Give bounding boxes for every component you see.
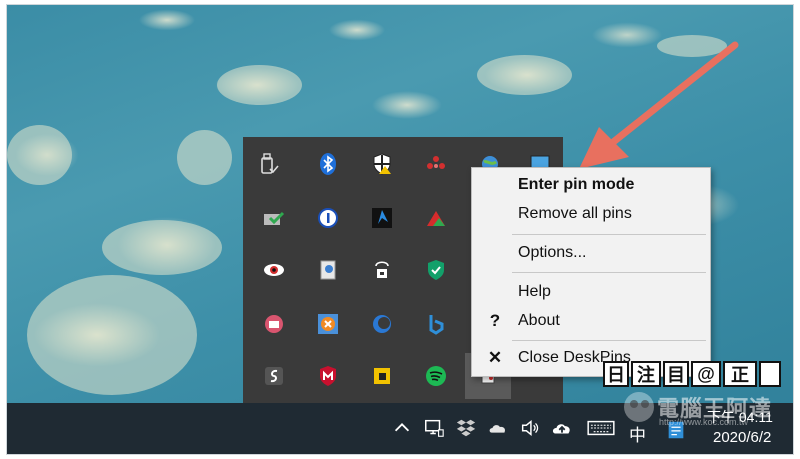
yellow-box-app-icon[interactable] xyxy=(367,361,397,391)
document-tool-icon[interactable] xyxy=(313,255,343,285)
close-icon: ✕ xyxy=(487,348,503,367)
spotify-icon[interactable] xyxy=(421,361,451,391)
ime-key-ri[interactable]: 日 xyxy=(603,361,629,387)
ime-key-zheng[interactable]: 正 xyxy=(723,361,757,387)
watermark-logo xyxy=(624,392,654,422)
dropbox-icon[interactable] xyxy=(453,415,479,441)
question-mark-icon: ? xyxy=(489,311,501,330)
screen: Enter pin mode Remove all pins Options..… xyxy=(6,4,794,455)
clock-time[interactable]: 下午 04:11 xyxy=(707,407,773,427)
menu-item-label: Enter pin mode xyxy=(518,176,635,193)
pink-camera-app-icon[interactable] xyxy=(259,309,289,339)
annotation-arrow xyxy=(579,41,739,169)
ime-key-menu[interactable] xyxy=(759,361,781,387)
red-triangle-app-icon[interactable] xyxy=(421,203,451,233)
orange-target-icon[interactable] xyxy=(313,309,343,339)
shield-check-icon[interactable] xyxy=(259,203,289,233)
network-pc-icon[interactable] xyxy=(421,415,447,441)
blue-moon-icon[interactable] xyxy=(367,309,397,339)
green-shield-icon[interactable] xyxy=(421,255,451,285)
chevron-up-icon[interactable] xyxy=(389,415,415,441)
1password-icon[interactable] xyxy=(313,203,343,233)
ime-key-zhu[interactable]: 注 xyxy=(631,361,661,387)
usb-eject-icon[interactable] xyxy=(253,149,283,179)
menu-item-remove-all-pins[interactable]: Remove all pins xyxy=(472,201,710,227)
deskpins-context-menu: Enter pin mode Remove all pins Options..… xyxy=(471,167,711,377)
menu-item-about[interactable]: ? About xyxy=(472,308,710,334)
security-shield-icon[interactable] xyxy=(367,149,397,179)
menu-separator xyxy=(512,234,706,235)
menu-item-label: About xyxy=(518,312,560,329)
menu-separator xyxy=(512,340,706,341)
menu-item-label: Help xyxy=(518,283,551,300)
dark-s-app-icon[interactable] xyxy=(259,361,289,391)
onedrive-cloud-icon[interactable] xyxy=(485,415,511,441)
bing-icon[interactable] xyxy=(421,309,451,339)
keyboard-icon[interactable] xyxy=(585,415,617,441)
menu-item-help[interactable]: Help xyxy=(472,279,710,305)
ime-key-mu[interactable]: 目 xyxy=(663,361,689,387)
ime-key-at[interactable]: @ xyxy=(691,361,721,387)
clock-date[interactable]: 2020/6/2 xyxy=(713,429,771,446)
eye-app-icon[interactable] xyxy=(259,255,289,285)
menu-separator xyxy=(512,272,706,273)
menu-item-label: Options... xyxy=(518,244,587,261)
red-dots-app-icon[interactable] xyxy=(421,149,451,179)
menu-item-label: Remove all pins xyxy=(518,205,632,222)
lock-network-icon[interactable] xyxy=(367,255,397,285)
ime-toolbar: 日 注 目 @ 正 xyxy=(603,361,793,391)
menu-item-options[interactable]: Options... xyxy=(472,240,710,266)
bluetooth-icon[interactable] xyxy=(313,149,343,179)
cloud-upload-icon[interactable] xyxy=(549,415,575,441)
mcafee-icon[interactable] xyxy=(313,361,343,391)
menu-item-enter-pin-mode[interactable]: Enter pin mode xyxy=(472,172,710,198)
blue-arrow-app-icon[interactable] xyxy=(367,203,397,233)
volume-icon[interactable] xyxy=(517,415,543,441)
